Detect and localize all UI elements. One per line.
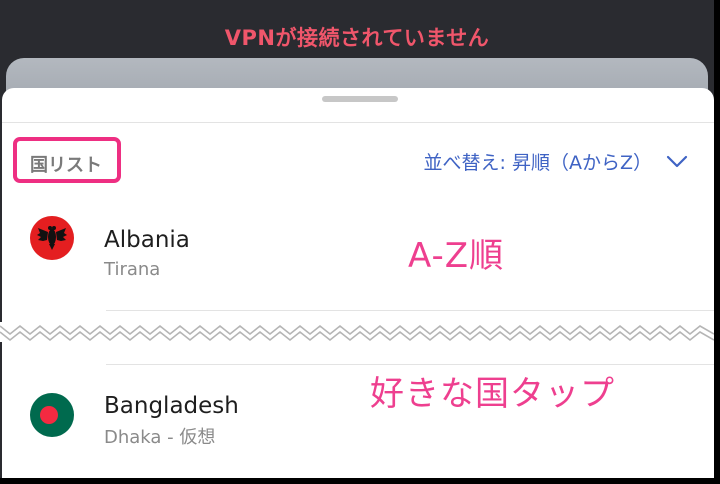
sort-dropdown[interactable]: 並べ替え: 昇順（AからZ）: [424, 148, 688, 175]
bangladesh-flag-icon: [30, 393, 74, 437]
sheet-drag-handle[interactable]: [322, 96, 398, 102]
row-divider: [106, 310, 714, 311]
tap-annotation: 好きな国タップ: [370, 374, 615, 414]
app-screen: VPNが接続されていません 国リスト 並べ替え: 昇順（AからZ） Albani…: [0, 0, 720, 484]
sort-annotation: A-Z順: [408, 236, 505, 276]
row-divider: [106, 364, 714, 365]
country-capital: Tirana: [104, 259, 161, 280]
country-capital: Dhaka - 仮想: [104, 427, 216, 448]
albania-flag-icon: [30, 216, 74, 260]
country-name: Albania: [104, 227, 190, 253]
omitted-rows-break: [0, 322, 714, 342]
chevron-down-icon: [666, 155, 688, 167]
country-row-albania[interactable]: Albania Tirana: [2, 191, 714, 281]
title-highlight-box: [13, 137, 121, 183]
vpn-status-text: VPNが接続されていません: [224, 26, 490, 50]
vpn-status-bar: VPNが接続されていません: [0, 0, 714, 62]
sheet-divider: [2, 122, 714, 123]
country-name: Bangladesh: [104, 393, 239, 419]
sort-label: 並べ替え: 昇順（AからZ）: [423, 152, 652, 174]
